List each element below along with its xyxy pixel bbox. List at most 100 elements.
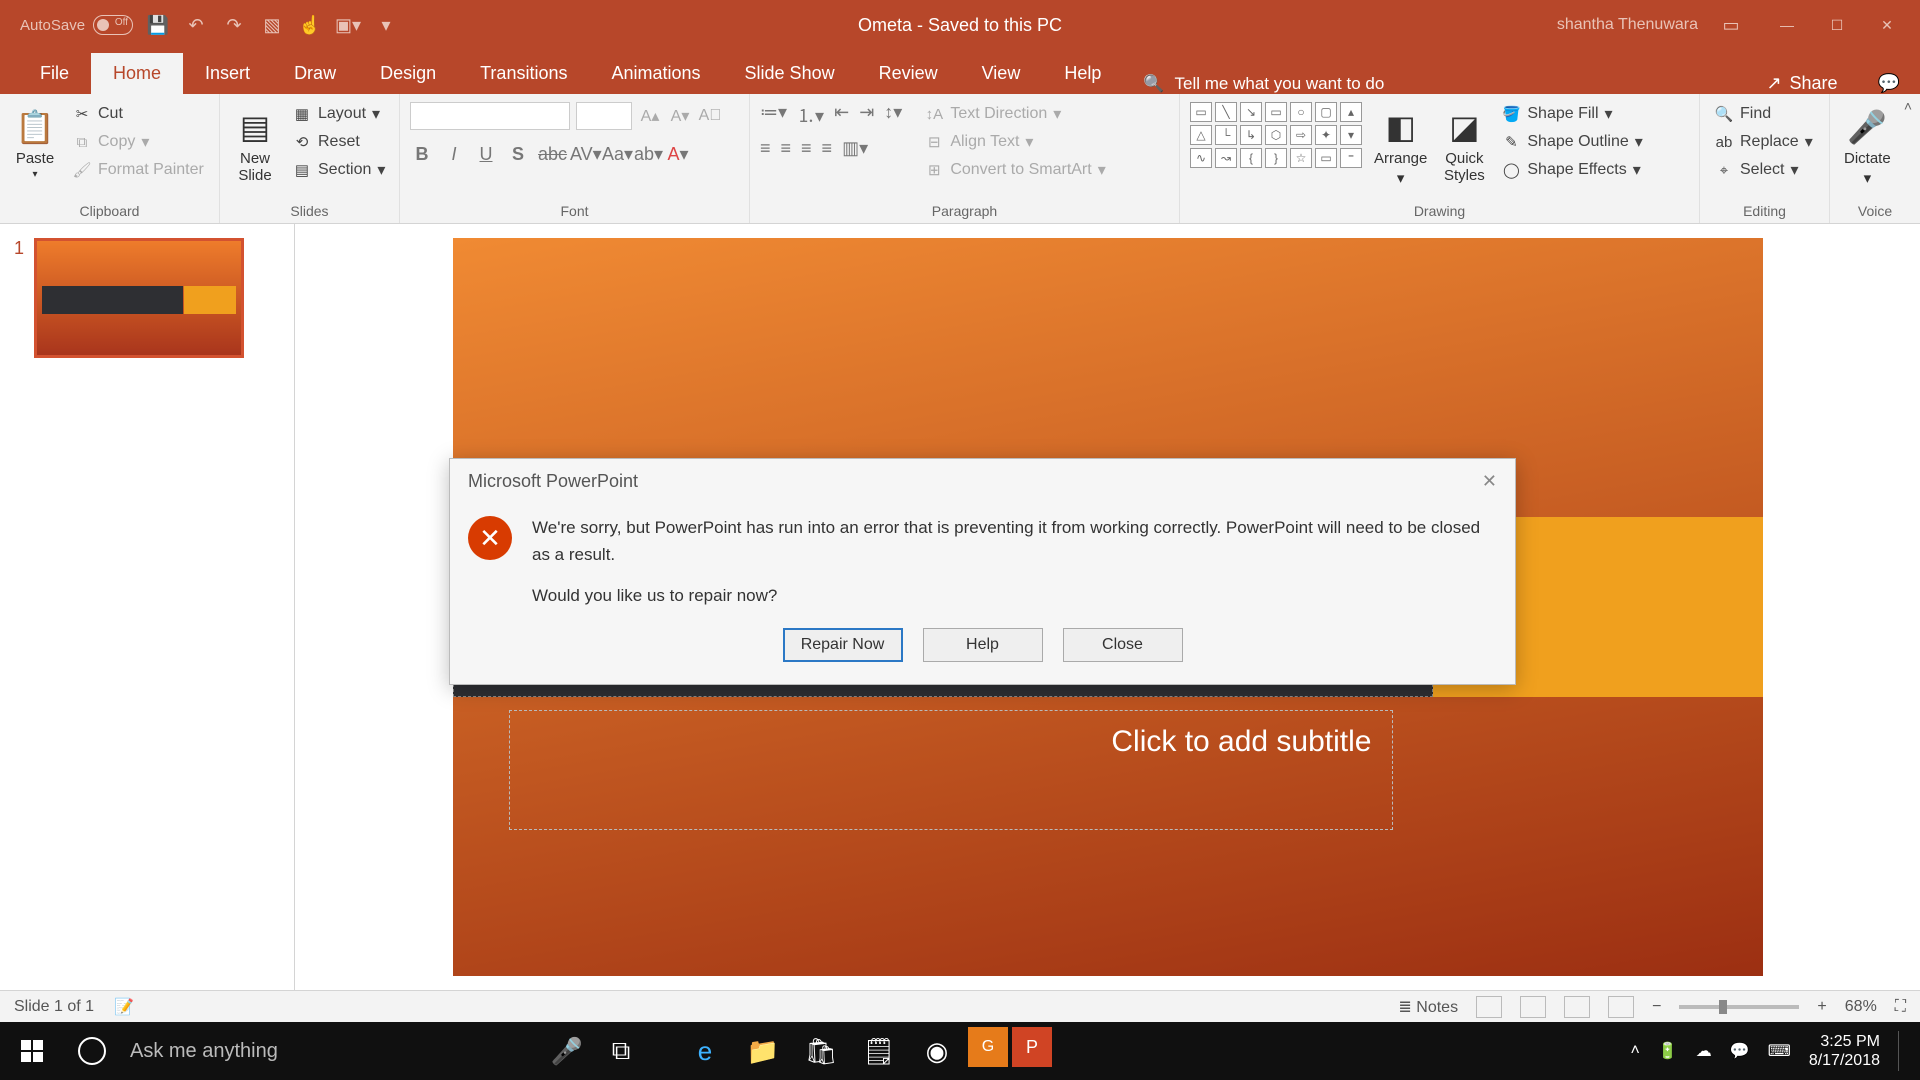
autosave-toggle[interactable]: AutoSave Off — [20, 15, 133, 35]
reading-view-icon[interactable] — [1564, 996, 1590, 1018]
shape-fill-button[interactable]: 🪣Shape Fill▾ — [1497, 102, 1646, 126]
shape-more-icon[interactable]: ⁼ — [1340, 148, 1362, 168]
numbering-button[interactable]: ⒈▾ — [797, 102, 824, 128]
slideshow-view-icon[interactable] — [1608, 996, 1634, 1018]
new-slide-button[interactable]: ▤ New Slide — [230, 102, 280, 188]
keyboard-icon[interactable]: ⌨ — [1768, 1041, 1791, 1061]
user-name[interactable]: shantha Thenuwara — [1557, 16, 1698, 34]
highlight-button[interactable]: ab▾ — [634, 144, 658, 165]
minimize-button[interactable]: — — [1764, 9, 1810, 41]
layout-button[interactable]: ▦Layout▾ — [288, 102, 389, 126]
task-mic-icon[interactable]: 🎤 — [540, 1027, 594, 1075]
find-button[interactable]: 🔍Find — [1710, 102, 1817, 126]
align-center-button[interactable]: ≡ — [781, 138, 792, 159]
tab-slideshow[interactable]: Slide Show — [723, 53, 857, 94]
tab-home[interactable]: Home — [91, 53, 183, 94]
action-center-icon[interactable]: 💬 — [1730, 1041, 1750, 1061]
align-left-button[interactable]: ≡ — [760, 138, 771, 159]
shape-brace-l-icon[interactable]: { — [1240, 148, 1262, 168]
shape-elbow-icon[interactable]: └ — [1215, 125, 1237, 145]
underline-button[interactable]: U — [474, 144, 498, 165]
shape-lline-icon[interactable]: ↘ — [1240, 102, 1262, 122]
shape-brace-r-icon[interactable]: } — [1265, 148, 1287, 168]
line-spacing-button[interactable]: ↕▾ — [884, 102, 902, 128]
close-window-button[interactable]: ✕ — [1864, 9, 1910, 41]
maximize-button[interactable]: ☐ — [1814, 9, 1860, 41]
font-size-select[interactable] — [576, 102, 632, 130]
shape-action-icon[interactable]: ▭ — [1315, 148, 1337, 168]
tab-design[interactable]: Design — [358, 53, 458, 94]
shape-line-icon[interactable]: ╲ — [1215, 102, 1237, 122]
save-icon[interactable]: 💾 — [145, 12, 171, 38]
powerpoint-icon[interactable]: P — [1012, 1027, 1052, 1067]
shadow-button[interactable]: S — [506, 144, 530, 165]
shape-effects-button[interactable]: ◯Shape Effects▾ — [1497, 158, 1646, 182]
font-family-select[interactable] — [410, 102, 570, 130]
tab-review[interactable]: Review — [857, 53, 960, 94]
slide-thumbnail[interactable] — [34, 238, 244, 358]
chrome-icon[interactable]: ◉ — [910, 1027, 964, 1075]
shape-textbox-icon[interactable]: ▭ — [1190, 102, 1212, 122]
shape-rect-icon[interactable]: ▭ — [1265, 102, 1287, 122]
tab-transitions[interactable]: Transitions — [458, 53, 589, 94]
shape-arrow-icon[interactable]: ↳ — [1240, 125, 1262, 145]
shape-more-up-icon[interactable]: ▴ — [1340, 102, 1362, 122]
grow-font-icon[interactable]: A▴ — [638, 106, 662, 126]
tab-help[interactable]: Help — [1042, 53, 1123, 94]
notes-icon[interactable]: 📝 — [114, 997, 134, 1017]
taskbar-search[interactable]: Ask me anything — [120, 1029, 540, 1073]
dictate-button[interactable]: 🎤 Dictate▾ — [1840, 102, 1895, 191]
comments-icon[interactable]: 💬 — [1858, 73, 1920, 94]
text-direction-button[interactable]: ↕AText Direction▾ — [920, 102, 1109, 126]
shape-outline-button[interactable]: ✎Shape Outline▾ — [1497, 130, 1646, 154]
subtitle-placeholder[interactable]: Click to add subtitle — [509, 710, 1393, 830]
zoom-level[interactable]: 68% — [1845, 998, 1877, 1016]
format-painter-button[interactable]: 🖌Format Painter — [68, 158, 208, 182]
shape-hex-icon[interactable]: ⬡ — [1265, 125, 1287, 145]
select-button[interactable]: ⌖Select▾ — [1710, 158, 1817, 182]
shapes-gallery[interactable]: ▭ ╲ ↘ ▭ ○ ▢ ▴ △ └ ↳ ⬡ ⇨ ✦ ▾ ∿ ↝ { } ☆ ▭ — [1190, 102, 1362, 168]
section-button[interactable]: ▤Section▾ — [288, 158, 389, 182]
tab-file[interactable]: File — [18, 53, 91, 94]
zoom-slider[interactable] — [1679, 1005, 1799, 1009]
shape-connector-icon[interactable]: ↝ — [1215, 148, 1237, 168]
clock[interactable]: 3:25 PM 8/17/2018 — [1809, 1032, 1880, 1070]
undo-icon[interactable]: ↶ — [183, 12, 209, 38]
shape-oval-icon[interactable]: ○ — [1290, 102, 1312, 122]
shape-blockarrow-icon[interactable]: ⇨ — [1290, 125, 1312, 145]
sorter-view-icon[interactable] — [1520, 996, 1546, 1018]
pdf-icon[interactable]: G — [968, 1027, 1008, 1067]
thumbnail-panel[interactable]: 1 — [0, 224, 295, 1042]
share-button[interactable]: ↗ Share — [1746, 73, 1857, 94]
reset-button[interactable]: ⟲Reset — [288, 130, 389, 154]
edge-icon[interactable]: e — [678, 1027, 732, 1075]
replace-button[interactable]: abReplace▾ — [1710, 130, 1817, 154]
tab-draw[interactable]: Draw — [272, 53, 358, 94]
store-icon[interactable]: 🛍 — [794, 1027, 848, 1075]
fit-window-icon[interactable]: ⛶ — [1895, 998, 1906, 1016]
bold-button[interactable]: B — [410, 144, 434, 165]
paste-button[interactable]: 📋 Paste ▾ — [10, 102, 60, 184]
explorer-icon[interactable]: 📁 — [736, 1027, 790, 1075]
task-view-icon[interactable]: ⧉ — [594, 1027, 648, 1075]
picture-icon[interactable]: ▣▾ — [335, 12, 361, 38]
indent-button[interactable]: ⇥ — [859, 102, 874, 128]
shape-star5-icon[interactable]: ☆ — [1290, 148, 1312, 168]
tell-me-search[interactable]: 🔍 Tell me what you want to do — [1123, 74, 1746, 94]
help-button[interactable]: Help — [923, 628, 1043, 662]
qat-more-icon[interactable]: ▾ — [373, 12, 399, 38]
spacing-button[interactable]: AV▾ — [570, 144, 594, 165]
smartart-button[interactable]: ⊞Convert to SmartArt▾ — [920, 158, 1109, 182]
present-icon[interactable]: ▧ — [259, 12, 285, 38]
shrink-font-icon[interactable]: A▾ — [668, 106, 692, 126]
shape-star-icon[interactable]: ✦ — [1315, 125, 1337, 145]
show-desktop[interactable] — [1898, 1031, 1906, 1071]
normal-view-icon[interactable] — [1476, 996, 1502, 1018]
strike-button[interactable]: abc — [538, 144, 562, 165]
font-color-button[interactable]: A▾ — [666, 144, 690, 165]
onedrive-icon[interactable]: ☁ — [1696, 1041, 1712, 1061]
zoom-out-button[interactable]: − — [1652, 998, 1661, 1016]
shape-roundrect-icon[interactable]: ▢ — [1315, 102, 1337, 122]
touch-icon[interactable]: ☝ — [297, 12, 323, 38]
align-text-button[interactable]: ⊟Align Text▾ — [920, 130, 1109, 154]
